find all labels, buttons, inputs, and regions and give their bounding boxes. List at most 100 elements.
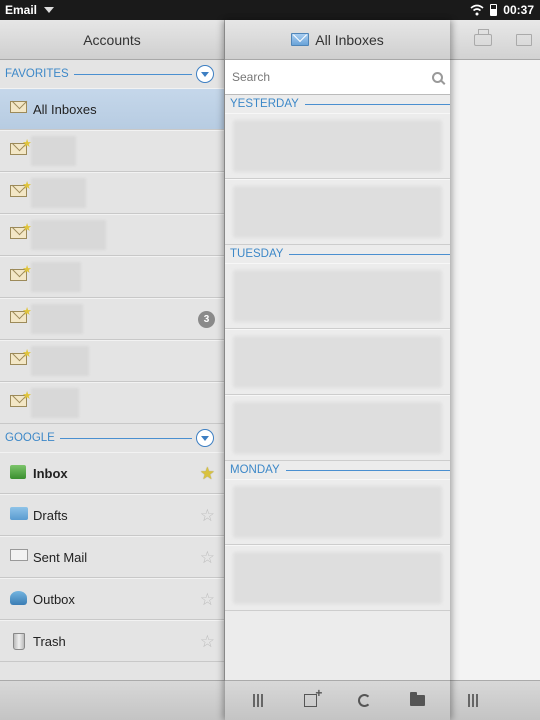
date-header-monday: MONDAY	[225, 461, 450, 479]
message-view-toolbar	[450, 680, 540, 720]
message-item[interactable]	[225, 395, 450, 461]
redacted-account-name	[31, 262, 81, 292]
message-item[interactable]	[225, 179, 450, 245]
message-item[interactable]	[225, 329, 450, 395]
folder-icon[interactable]	[516, 33, 532, 46]
trash-icon	[10, 633, 28, 650]
divider	[73, 73, 192, 75]
favorites-label: FAVORITES	[5, 68, 69, 80]
account-inbox-star-icon: ★	[10, 348, 32, 369]
favorite-star-icon[interactable]: ☆	[200, 507, 215, 524]
folder-sent-mail[interactable]: Sent Mail ☆	[0, 536, 224, 578]
search-input[interactable]	[232, 70, 432, 84]
search-bar	[225, 60, 450, 95]
favorite-star-icon[interactable]: ☆	[200, 633, 215, 650]
account-inbox-star-icon: ★	[10, 180, 32, 201]
account-inbox-star-icon: ★	[10, 138, 32, 159]
redacted-message-preview	[233, 552, 442, 604]
message-list-toolbar	[225, 680, 450, 720]
favorite-all-inboxes[interactable]: All Inboxes	[0, 88, 224, 130]
drag-handle-icon[interactable]	[462, 690, 484, 712]
outbox-icon	[10, 591, 28, 607]
search-icon[interactable]	[432, 71, 443, 83]
redacted-account-name	[31, 346, 89, 376]
redacted-message-preview	[233, 486, 442, 538]
account-inbox-star-icon: ★	[10, 222, 32, 243]
folder-inbox[interactable]: Inbox ★	[0, 452, 224, 494]
compose-icon[interactable]	[300, 686, 322, 712]
collapse-favorites-chevron-icon[interactable]	[196, 65, 214, 83]
favorite-account-row[interactable]: ★	[0, 256, 224, 298]
app-menu[interactable]: Email	[0, 3, 55, 17]
folder-label: Inbox	[33, 465, 68, 481]
accounts-footer-toolbar	[0, 680, 225, 720]
google-group-header[interactable]: GOOGLE	[0, 424, 224, 452]
mail-icon	[291, 33, 310, 46]
favorites-group-header[interactable]: FAVORITES	[0, 60, 224, 88]
inbox-icon	[10, 465, 28, 481]
folder-label: Outbox	[33, 591, 75, 607]
favorite-account-row[interactable]: ★	[0, 382, 224, 424]
print-icon[interactable]	[474, 28, 492, 46]
status-bar: Email 00:37	[0, 0, 540, 20]
date-label: MONDAY	[230, 464, 280, 476]
google-label: GOOGLE	[5, 432, 55, 444]
favorite-account-row[interactable]: ★	[0, 172, 224, 214]
drafts-folder-icon	[10, 507, 28, 523]
redacted-account-name	[31, 304, 83, 334]
date-label: YESTERDAY	[230, 98, 299, 110]
message-list-title: All Inboxes	[315, 31, 384, 48]
unread-count-badge: 3	[198, 310, 215, 328]
message-item[interactable]	[225, 479, 450, 545]
battery-icon	[490, 4, 498, 16]
favorite-account-row[interactable]: ★	[0, 214, 224, 256]
favorite-star-icon[interactable]: ★	[200, 465, 215, 482]
all-inboxes-icon	[10, 101, 28, 117]
message-item[interactable]	[225, 545, 450, 611]
account-inbox-star-icon: ★	[10, 390, 32, 411]
redacted-account-name	[31, 178, 86, 208]
collapse-google-chevron-icon[interactable]	[196, 429, 214, 447]
folder-trash[interactable]: Trash ☆	[0, 620, 224, 662]
redacted-message-preview	[233, 336, 442, 388]
account-inbox-star-icon: ★	[10, 306, 32, 327]
refresh-icon[interactable]	[353, 690, 375, 712]
wifi-icon	[470, 4, 484, 16]
divider	[304, 103, 450, 105]
account-inbox-star-icon: ★	[10, 264, 32, 285]
favorite-account-row[interactable]: ★ 3	[0, 298, 224, 340]
app-name: Email	[5, 3, 38, 17]
redacted-message-preview	[233, 402, 442, 454]
message-view-pane	[450, 20, 540, 720]
folder-outbox[interactable]: Outbox ☆	[0, 578, 224, 620]
folder-label: Sent Mail	[33, 549, 88, 565]
sent-mail-icon	[10, 549, 28, 565]
all-inboxes-label: All Inboxes	[33, 101, 97, 117]
message-list-pane: All Inboxes YESTERDAY TUESDAY MONDAY	[225, 20, 450, 720]
message-view-header	[450, 20, 540, 60]
clock: 00:37	[503, 3, 534, 17]
favorite-star-icon[interactable]: ☆	[200, 549, 215, 566]
accounts-header: Accounts	[0, 20, 224, 60]
folder-label: Trash	[33, 633, 66, 649]
redacted-account-name	[31, 136, 76, 166]
message-item[interactable]	[225, 113, 450, 179]
redacted-message-preview	[233, 270, 442, 322]
date-label: TUESDAY	[230, 248, 284, 260]
favorite-star-icon[interactable]: ☆	[200, 591, 215, 608]
folder-label: Drafts	[33, 507, 68, 523]
move-to-folder-icon[interactable]	[406, 690, 428, 712]
redacted-message-preview	[233, 186, 442, 238]
favorite-account-row[interactable]: ★	[0, 340, 224, 382]
message-item[interactable]	[225, 263, 450, 329]
divider	[289, 253, 450, 255]
caret-down-icon	[44, 7, 55, 13]
folder-drafts[interactable]: Drafts ☆	[0, 494, 224, 536]
divider	[59, 437, 192, 439]
redacted-message-preview	[233, 120, 442, 172]
favorite-account-row[interactable]: ★	[0, 130, 224, 172]
divider	[285, 469, 450, 471]
drag-handle-icon[interactable]	[247, 690, 269, 712]
redacted-account-name	[31, 220, 106, 250]
date-header-yesterday: YESTERDAY	[225, 95, 450, 113]
